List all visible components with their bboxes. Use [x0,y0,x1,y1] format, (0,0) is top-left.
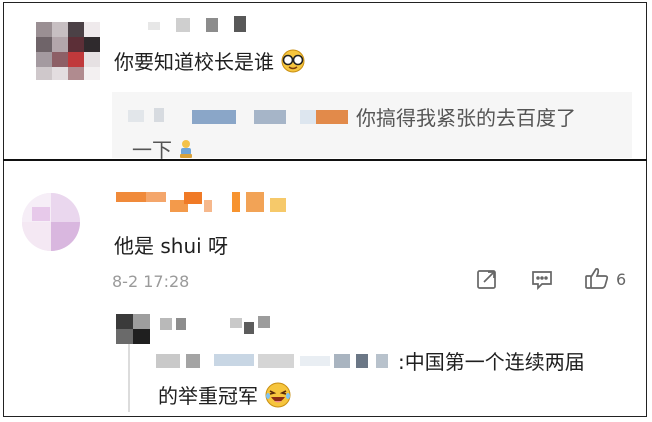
reply-text: 你搞得我紧张的去百度了 [356,106,576,130]
smiling-face-with-glasses-icon [280,49,306,78]
thumbs-up-icon[interactable] [584,266,610,294]
avatar[interactable] [36,22,100,80]
avatar[interactable] [22,193,80,251]
reply-thread-line [128,344,130,412]
like-count: 6 [616,270,627,289]
timestamp: 8-2 17:28 [112,272,190,291]
reply-text-continued: 的举重冠军 [158,380,292,413]
laughing-face-icon [264,382,292,413]
bowing-figure-icon [178,139,194,164]
comment-icon[interactable] [530,268,554,294]
reply-text: :中国第一个连续两届 [398,350,585,374]
comment-text: 你要知道校长是谁 [114,46,306,78]
reply-text-continued: 一下 [132,134,194,164]
avatar[interactable] [116,314,150,344]
share-icon[interactable] [476,268,498,294]
comment-text: 他是 shui 呀 [114,234,229,258]
comment-divider [3,159,647,161]
